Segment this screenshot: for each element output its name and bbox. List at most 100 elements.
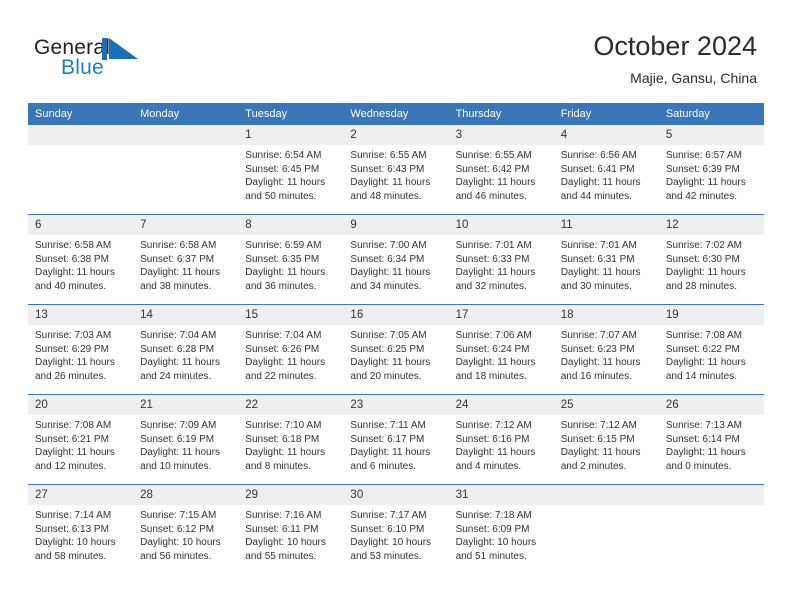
- day-sunrise-text: Sunrise: 6:59 AM: [245, 240, 322, 251]
- day-number: 12: [658, 215, 764, 235]
- calendar-day-cell[interactable]: 11 Sunrise: 7:01 AM Sunset: 6:31 PM Dayligh…: [553, 214, 659, 305]
- calendar-week-row: 20 Sunrise: 7:08 AM Sunset: 6:21 PM Dayligh…: [28, 394, 764, 485]
- day-cell-details: Sunrise: 7:06 AM Sunset: 6:24 PM Daylight:…: [449, 325, 554, 383]
- day-cell-details: Sunrise: 7:11 AM Sunset: 6:17 PM Daylight:…: [343, 415, 448, 473]
- day-cell-inner: 23 Sunrise: 7:11 AM Sunset: 6:17 PM Dayligh…: [343, 395, 449, 484]
- calendar-day-cell[interactable]: 24 Sunrise: 7:12 AM Sunset: 6:16 PM Dayligh…: [448, 394, 554, 485]
- day-daylight-text: Daylight: 11 hours: [245, 447, 326, 459]
- calendar-day-cell[interactable]: 26 Sunrise: 7:13 AM Sunset: 6:14 PM Dayligh…: [658, 394, 764, 485]
- day-number: 4: [553, 125, 659, 145]
- day-sunset-text: Sunset: 6:38 PM: [35, 253, 109, 265]
- calendar-day-cell[interactable]: 2 Sunrise: 6:55 AM Sunset: 6:43 PM Daylight…: [343, 125, 449, 215]
- day-number: 7: [133, 215, 239, 235]
- calendar-day-cell[interactable]: 27 Sunrise: 7:14 AM Sunset: 6:13 PM Dayligh…: [28, 484, 134, 574]
- day-daylight-text: and 38 minutes.: [140, 280, 212, 292]
- day-cell-details: Sunrise: 7:00 AM Sunset: 6:34 PM Daylight:…: [343, 235, 448, 293]
- weekday-header-thursday: Thursday: [448, 103, 554, 125]
- calendar-day-cell[interactable]: 21 Sunrise: 7:09 AM Sunset: 6:19 PM Dayligh…: [133, 394, 239, 485]
- day-cell-inner: 18 Sunrise: 7:07 AM Sunset: 6:23 PM Dayligh…: [553, 305, 659, 394]
- calendar-day-cell[interactable]: 29 Sunrise: 7:16 AM Sunset: 6:11 PM Dayligh…: [238, 484, 344, 574]
- day-daylight-text: Daylight: 11 hours: [140, 447, 220, 459]
- calendar-week-row: 27 Sunrise: 7:14 AM Sunset: 6:13 PM Dayligh…: [28, 484, 764, 574]
- weekday-header-tuesday: Tuesday: [238, 103, 344, 125]
- calendar-day-cell[interactable]: 19 Sunrise: 7:08 AM Sunset: 6:22 PM Dayligh…: [658, 304, 764, 395]
- day-cell-details: Sunrise: 7:01 AM Sunset: 6:31 PM Daylight:…: [554, 235, 659, 293]
- day-sunset-text: Sunset: 6:30 PM: [665, 253, 740, 265]
- calendar-day-cell[interactable]: 13 Sunrise: 7:03 AM Sunset: 6:29 PM Dayligh…: [28, 304, 134, 395]
- day-daylight-text: and 53 minutes.: [350, 550, 422, 562]
- day-sunrise-text: Sunrise: 7:09 AM: [140, 420, 217, 431]
- day-number: 16: [343, 305, 449, 325]
- calendar-day-cell[interactable]: 15 Sunrise: 7:04 AM Sunset: 6:26 PM Dayligh…: [238, 304, 344, 395]
- day-cell-inner: 5 Sunrise: 6:57 AM Sunset: 6:39 PM Daylight…: [658, 125, 764, 214]
- calendar-day-cell[interactable]: 8 Sunrise: 6:59 AM Sunset: 6:35 PM Daylight…: [238, 214, 344, 305]
- day-daylight-text: and 18 minutes.: [455, 370, 527, 382]
- day-daylight-text: Daylight: 11 hours: [665, 177, 746, 189]
- day-daylight-text: Daylight: 11 hours: [665, 267, 746, 279]
- brand-logo[interactable]: General Blue: [34, 36, 164, 86]
- day-daylight-text: Daylight: 11 hours: [455, 447, 536, 459]
- page-subtitle: Majie, Gansu, China: [630, 70, 757, 86]
- calendar-day-cell[interactable]: 25 Sunrise: 7:12 AM Sunset: 6:15 PM Dayligh…: [553, 394, 659, 485]
- calendar-day-cell[interactable]: 9 Sunrise: 7:00 AM Sunset: 6:34 PM Daylight…: [343, 214, 449, 305]
- day-sunset-text: Sunset: 6:13 PM: [35, 523, 109, 535]
- day-number: 22: [238, 395, 344, 415]
- calendar-day-cell[interactable]: 22 Sunrise: 7:10 AM Sunset: 6:18 PM Dayligh…: [238, 394, 344, 485]
- day-daylight-text: Daylight: 11 hours: [455, 177, 536, 189]
- calendar-day-cell[interactable]: 17 Sunrise: 7:06 AM Sunset: 6:24 PM Dayligh…: [448, 304, 554, 395]
- calendar-day-cell[interactable]: 4 Sunrise: 6:56 AM Sunset: 6:41 PM Daylight…: [553, 125, 659, 215]
- calendar-week-row: 1 Sunrise: 6:54 AM Sunset: 6:45 PM Daylight…: [28, 125, 764, 215]
- day-daylight-text: and 32 minutes.: [455, 280, 527, 292]
- calendar-day-cell[interactable]: 28 Sunrise: 7:15 AM Sunset: 6:12 PM Dayligh…: [133, 484, 239, 574]
- triangle-flag-icon: [102, 38, 138, 60]
- day-cell-details: Sunrise: 7:08 AM Sunset: 6:21 PM Daylight:…: [28, 415, 133, 473]
- calendar-day-cell[interactable]: 18 Sunrise: 7:07 AM Sunset: 6:23 PM Dayligh…: [553, 304, 659, 395]
- day-daylight-text: and 24 minutes.: [140, 370, 212, 382]
- day-daylight-text: Daylight: 11 hours: [140, 357, 220, 369]
- calendar-header-row: Sunday Monday Tuesday Wednesday Thursday…: [28, 103, 764, 125]
- day-sunrise-text: Sunrise: 7:17 AM: [350, 510, 427, 521]
- day-sunrise-text: Sunrise: 6:56 AM: [560, 150, 637, 161]
- day-number: 28: [133, 485, 239, 505]
- day-daylight-text: Daylight: 11 hours: [455, 357, 536, 369]
- day-cell-details: Sunrise: 6:55 AM Sunset: 6:42 PM Daylight:…: [449, 145, 554, 203]
- day-daylight-text: and 28 minutes.: [665, 280, 738, 292]
- day-cell-details: Sunrise: 6:54 AM Sunset: 6:45 PM Daylight:…: [238, 145, 343, 203]
- day-sunrise-text: Sunrise: 7:11 AM: [350, 420, 426, 431]
- day-number: 19: [658, 305, 764, 325]
- calendar-empty-cell: [28, 125, 134, 215]
- day-cell-details: Sunrise: 7:12 AM Sunset: 6:15 PM Daylight:…: [554, 415, 659, 473]
- day-number: 20: [28, 395, 134, 415]
- calendar-day-cell[interactable]: 3 Sunrise: 6:55 AM Sunset: 6:42 PM Daylight…: [448, 125, 554, 215]
- day-daylight-text: and 44 minutes.: [560, 190, 632, 202]
- calendar-day-cell[interactable]: 23 Sunrise: 7:11 AM Sunset: 6:17 PM Dayligh…: [343, 394, 449, 485]
- day-sunset-text: Sunset: 6:26 PM: [245, 343, 320, 355]
- calendar-day-cell[interactable]: 5 Sunrise: 6:57 AM Sunset: 6:39 PM Daylight…: [658, 125, 764, 215]
- day-number: 10: [448, 215, 554, 235]
- day-daylight-text: Daylight: 11 hours: [560, 267, 641, 279]
- day-cell-inner: 12 Sunrise: 7:02 AM Sunset: 6:30 PM Dayligh…: [658, 215, 764, 304]
- calendar-empty-cell: [553, 484, 659, 574]
- calendar-day-cell[interactable]: 14 Sunrise: 7:04 AM Sunset: 6:28 PM Dayligh…: [133, 304, 239, 395]
- day-number: 5: [658, 125, 764, 145]
- calendar-day-cell[interactable]: 7 Sunrise: 6:58 AM Sunset: 6:37 PM Daylight…: [133, 214, 239, 305]
- calendar-day-cell[interactable]: 1 Sunrise: 6:54 AM Sunset: 6:45 PM Daylight…: [238, 125, 344, 215]
- calendar-day-cell[interactable]: 20 Sunrise: 7:08 AM Sunset: 6:21 PM Dayligh…: [28, 394, 134, 485]
- day-number: [658, 485, 764, 505]
- calendar-day-cell[interactable]: 16 Sunrise: 7:05 AM Sunset: 6:25 PM Dayligh…: [343, 304, 449, 395]
- day-cell-inner: 8 Sunrise: 6:59 AM Sunset: 6:35 PM Daylight…: [238, 215, 344, 304]
- calendar-day-cell[interactable]: 30 Sunrise: 7:17 AM Sunset: 6:10 PM Dayligh…: [343, 484, 449, 574]
- calendar-day-cell[interactable]: 6 Sunrise: 6:58 AM Sunset: 6:38 PM Daylight…: [28, 214, 134, 305]
- day-cell-inner: 24 Sunrise: 7:12 AM Sunset: 6:16 PM Dayligh…: [448, 395, 554, 484]
- calendar-day-cell[interactable]: 10 Sunrise: 7:01 AM Sunset: 6:33 PM Dayligh…: [448, 214, 554, 305]
- day-sunset-text: Sunset: 6:18 PM: [245, 433, 320, 445]
- day-daylight-text: and 50 minutes.: [245, 190, 317, 202]
- calendar-day-cell[interactable]: 12 Sunrise: 7:02 AM Sunset: 6:30 PM Dayligh…: [658, 214, 764, 305]
- day-cell-inner: [28, 125, 134, 214]
- day-number: [553, 485, 659, 505]
- day-cell-inner: 31 Sunrise: 7:18 AM Sunset: 6:09 PM Dayligh…: [448, 485, 554, 574]
- day-cell-details: Sunrise: 6:59 AM Sunset: 6:35 PM Daylight:…: [238, 235, 343, 293]
- day-sunrise-text: Sunrise: 6:57 AM: [665, 150, 742, 161]
- day-daylight-text: Daylight: 10 hours: [350, 537, 432, 549]
- calendar-day-cell[interactable]: 31 Sunrise: 7:18 AM Sunset: 6:09 PM Dayligh…: [448, 484, 554, 574]
